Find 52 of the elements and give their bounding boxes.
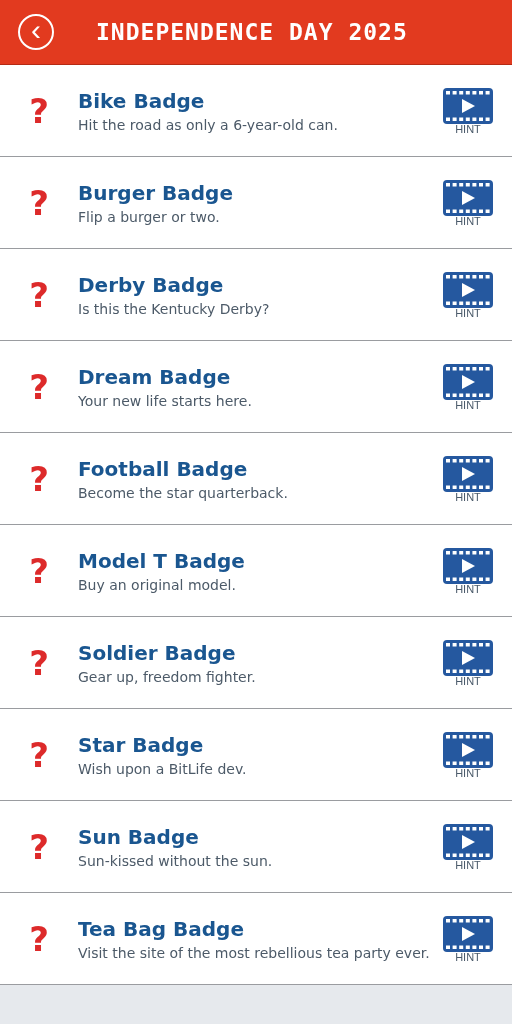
badge-description: Flip a burger or two. — [78, 208, 221, 225]
hint-button[interactable]: HINT — [440, 731, 496, 778]
badge-description: Gear up, freedom fighter. — [78, 668, 257, 685]
unknown-badge-mark: ? — [28, 550, 50, 591]
unknown-badge-mark: ? — [28, 274, 50, 315]
page-title: INDEPENDENCE DAY 2025 — [96, 19, 408, 45]
badge-name: Star Badge — [78, 732, 205, 757]
unknown-badge-mark: ? — [28, 642, 50, 683]
badge-description: Become the star quarterback. — [78, 484, 289, 501]
badge-description: Visit the site of the most rebellious tea party ever. — [78, 944, 431, 961]
badge-name: Derby Badge — [78, 272, 225, 297]
badge-name: Soldier Badge — [78, 640, 237, 665]
hint-button[interactable]: HINT — [440, 915, 496, 962]
film-play-icon — [443, 363, 493, 400]
unknown-badge-mark: ? — [28, 918, 50, 959]
film-play-icon — [443, 547, 493, 584]
hint-button[interactable]: HINT — [440, 179, 496, 226]
unknown-badge-mark: ? — [28, 826, 50, 867]
unknown-badge-mark: ? — [28, 182, 50, 223]
unknown-badge-mark: ? — [28, 90, 50, 131]
film-play-icon — [443, 271, 493, 308]
hint-button[interactable]: HINT — [440, 455, 496, 502]
badge-name: Sun Badge — [78, 824, 200, 849]
badge-name: Model T Badge — [78, 548, 246, 573]
badge-name: Burger Badge — [78, 180, 234, 205]
hint-button[interactable]: HINT — [440, 547, 496, 594]
unknown-badge-mark: ? — [28, 734, 50, 775]
film-play-icon — [443, 87, 493, 124]
film-play-icon — [443, 915, 493, 952]
badge-description: Is this the Kentucky Derby? — [78, 300, 271, 317]
hint-button[interactable]: HINT — [440, 823, 496, 870]
badge-description: Sun-kissed without the sun. — [78, 852, 274, 869]
badge-description: Your new life starts here. — [78, 392, 253, 409]
badge-description: Wish upon a BitLife dev. — [78, 760, 248, 777]
film-play-icon — [443, 639, 493, 676]
back-button[interactable]: ‹ — [18, 14, 54, 50]
hint-button[interactable]: HINT — [440, 87, 496, 134]
badge-description: Buy an original model. — [78, 576, 237, 593]
unknown-badge-mark: ? — [28, 458, 50, 499]
badge-name: Bike Badge — [78, 88, 206, 113]
badge-name: Football Badge — [78, 456, 249, 481]
film-play-icon — [443, 823, 493, 860]
hint-button[interactable]: HINT — [440, 363, 496, 410]
badge-name: Dream Badge — [78, 364, 232, 389]
hint-button[interactable]: HINT — [440, 639, 496, 686]
badge-name: Tea Bag Badge — [78, 916, 245, 941]
unknown-badge-mark: ? — [28, 366, 50, 407]
hint-button[interactable]: HINT — [440, 271, 496, 318]
film-play-icon — [443, 731, 493, 768]
badge-description: Hit the road as only a 6-year-old can. — [78, 116, 339, 133]
film-play-icon — [443, 179, 493, 216]
film-play-icon — [443, 455, 493, 492]
